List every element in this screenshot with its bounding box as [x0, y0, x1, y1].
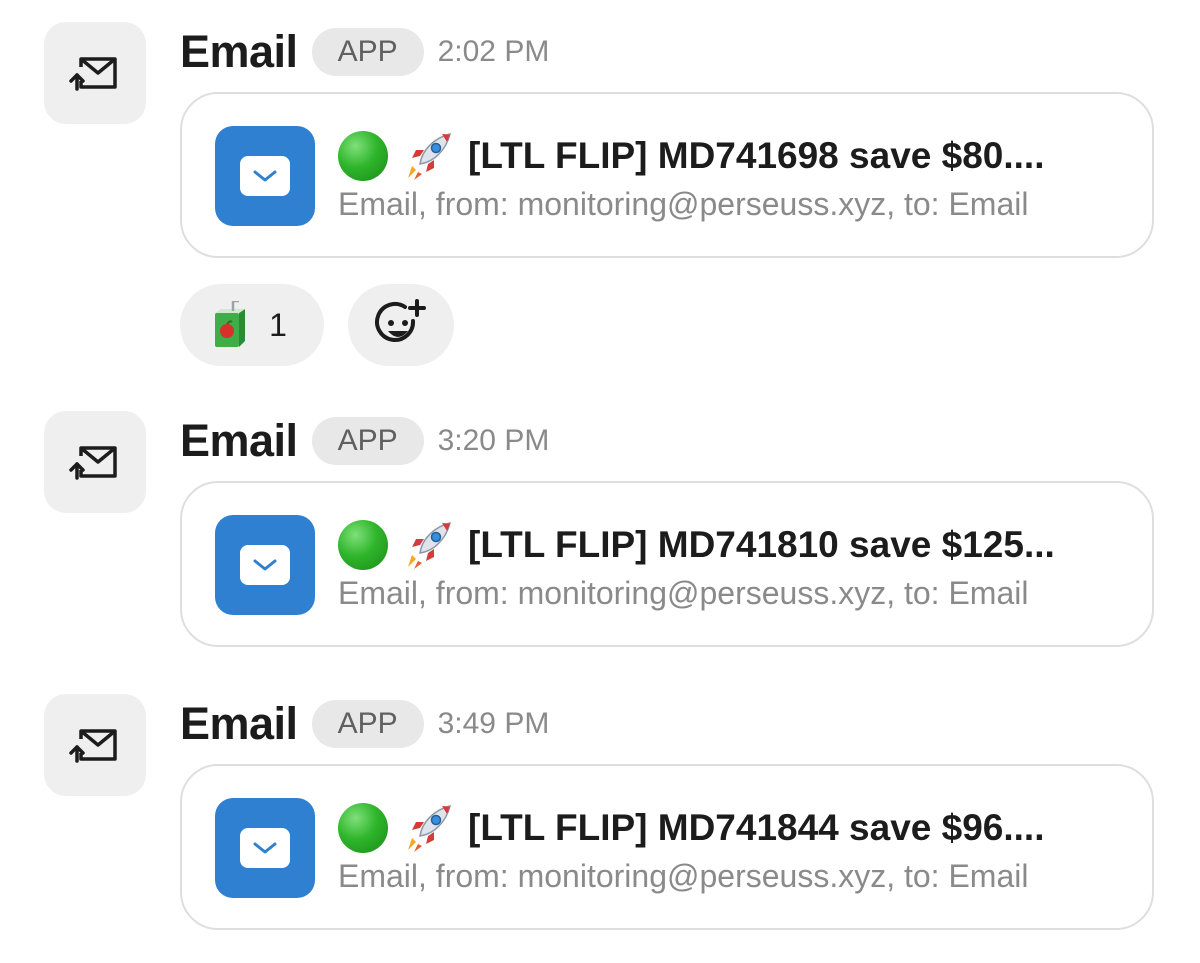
email-app-icon: [215, 126, 315, 226]
email-subject: [LTL FLIP] MD741810 save $125...: [338, 519, 1138, 571]
reaction-pill[interactable]: 1: [180, 284, 324, 366]
email-meta: Email, from: monitoring@perseuss.xyz, to…: [338, 575, 1029, 611]
message-item: Email APP 3:49 PM [LTL FLIP] MD741844 sa…: [0, 672, 1200, 942]
sender-name[interactable]: Email: [180, 698, 298, 750]
avatar[interactable]: [44, 411, 146, 513]
message-header: Email APP 3:20 PM: [180, 411, 549, 471]
email-subject: [LTL FLIP] MD741844 save $96....: [338, 802, 1138, 854]
timestamp[interactable]: 3:20 PM: [438, 424, 550, 458]
email-app-icon: [215, 515, 315, 615]
message-header: Email APP 3:49 PM: [180, 694, 549, 754]
email-subject: [LTL FLIP] MD741698 save $80....: [338, 130, 1138, 182]
green-circle-icon: [338, 131, 388, 181]
timestamp[interactable]: 3:49 PM: [438, 707, 550, 741]
email-subject-text: [LTL FLIP] MD741698 save $80....: [468, 135, 1045, 176]
email-card[interactable]: [LTL FLIP] MD741698 save $80.... Email, …: [180, 92, 1154, 258]
green-circle-icon: [338, 520, 388, 570]
email-meta: Email, from: monitoring@perseuss.xyz, to…: [338, 858, 1029, 894]
juice-box-icon: [215, 301, 246, 347]
timestamp[interactable]: 2:02 PM: [438, 35, 550, 69]
email-card[interactable]: [LTL FLIP] MD741810 save $125... Email, …: [180, 481, 1154, 647]
message-item: Email APP 2:02 PM [LTL FLIP] MD741698 sa…: [0, 0, 1200, 380]
forward-email-icon: [69, 729, 117, 763]
rocket-icon: [408, 521, 452, 569]
add-reaction-icon: [375, 299, 426, 342]
reaction-count: 1: [269, 306, 287, 343]
message-feed: Email APP 2:02 PM [LTL FLIP] MD741698 sa…: [0, 0, 1200, 963]
forward-email-icon: [69, 57, 117, 91]
app-badge: APP: [311, 417, 424, 465]
sender-name[interactable]: Email: [180, 26, 298, 78]
message-item: Email APP 3:20 PM [LTL FLIP] MD741810 sa…: [0, 389, 1200, 659]
message-header: Email APP 2:02 PM: [180, 22, 549, 82]
sender-name[interactable]: Email: [180, 415, 298, 467]
green-circle-icon: [338, 803, 388, 853]
email-meta: Email, from: monitoring@perseuss.xyz, to…: [338, 186, 1029, 222]
forward-email-icon: [69, 446, 117, 480]
app-badge: APP: [311, 700, 424, 748]
avatar[interactable]: [44, 22, 146, 124]
rocket-icon: [408, 132, 452, 180]
app-badge: APP: [311, 28, 424, 76]
email-subject-text: [LTL FLIP] MD741844 save $96....: [468, 807, 1045, 848]
email-app-icon: [215, 798, 315, 898]
email-card[interactable]: [LTL FLIP] MD741844 save $96.... Email, …: [180, 764, 1154, 930]
reaction-bar: 1: [180, 284, 454, 366]
email-subject-text: [LTL FLIP] MD741810 save $125...: [468, 524, 1055, 565]
rocket-icon: [408, 804, 452, 852]
avatar[interactable]: [44, 694, 146, 796]
add-reaction-button[interactable]: [348, 284, 454, 366]
